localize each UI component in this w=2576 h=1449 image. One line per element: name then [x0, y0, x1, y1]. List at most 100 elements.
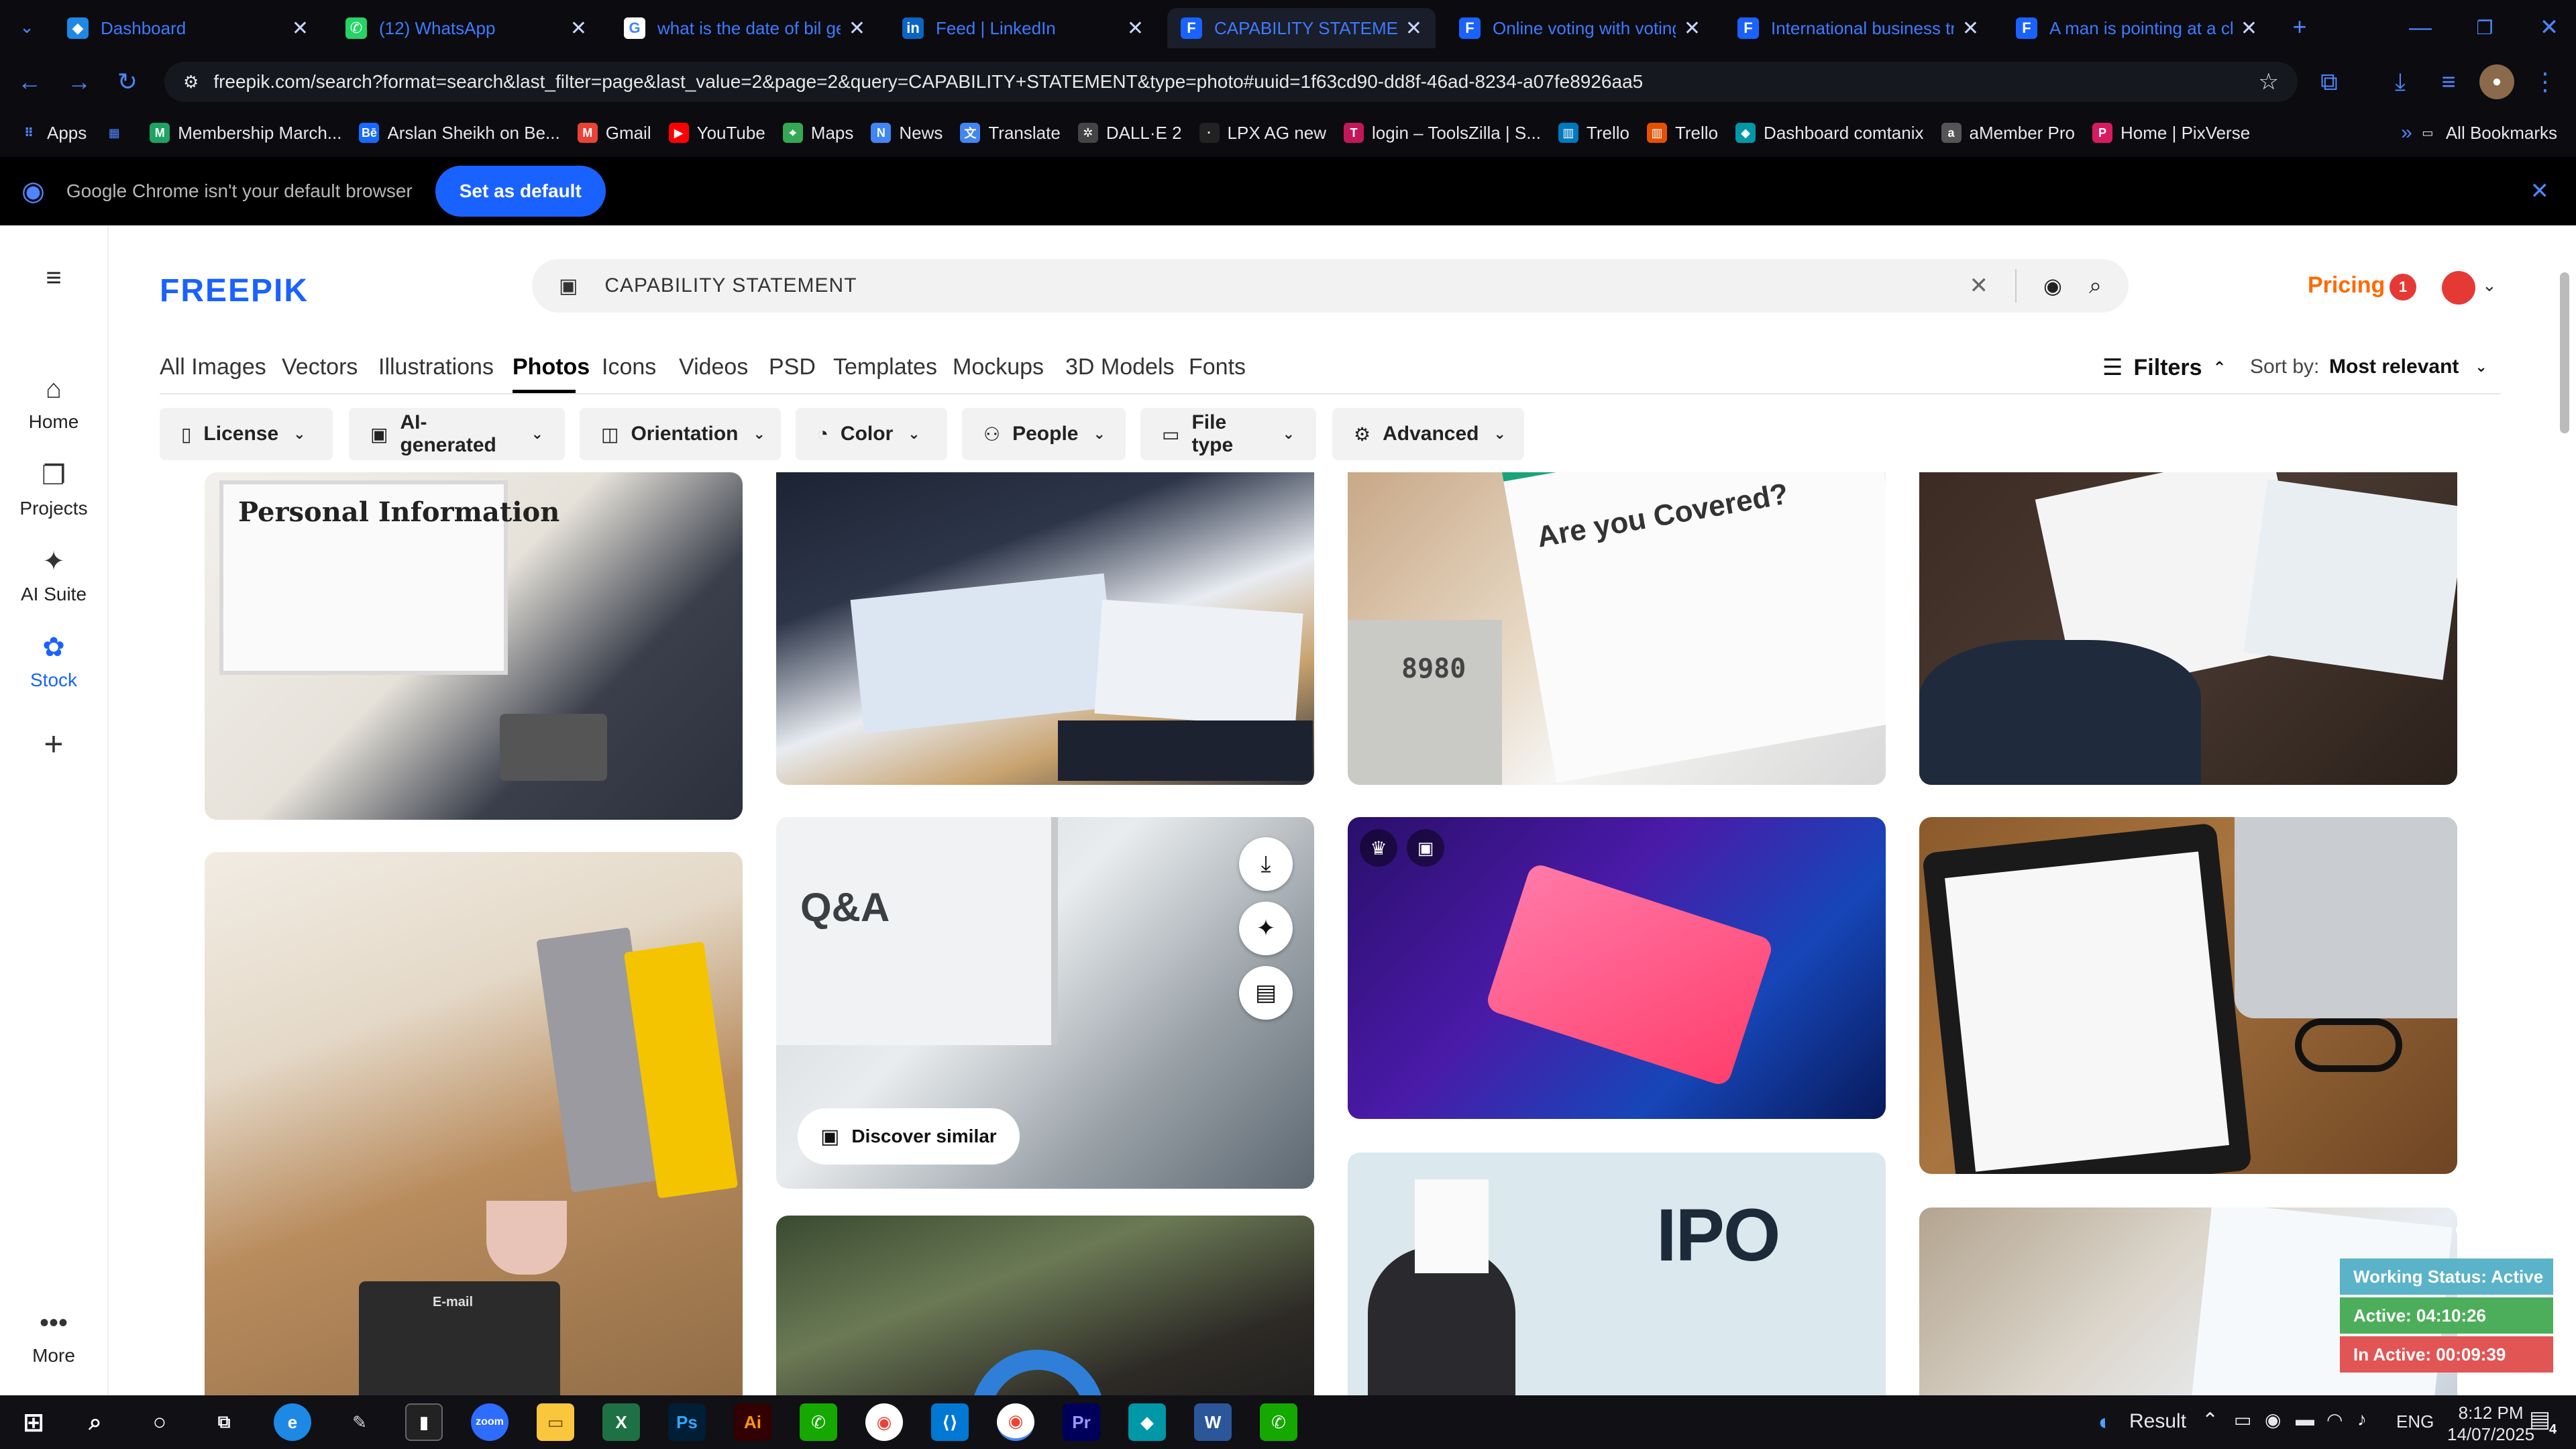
- photo-team-meeting[interactable]: [776, 1216, 1314, 1395]
- search-query-text[interactable]: CAPABILITY STATEMENT: [604, 274, 1969, 297]
- close-tab-icon[interactable]: ✕: [292, 17, 309, 40]
- profile-avatar[interactable]: ●: [2479, 64, 2514, 99]
- photo-business-charts[interactable]: [776, 472, 1314, 785]
- weather-icon[interactable]: ◐: [2086, 1403, 2124, 1441]
- file-type-filter[interactable]: ▭ File type ⌄: [1140, 408, 1316, 460]
- sidebar-add-button[interactable]: +: [0, 724, 107, 770]
- premiere-icon[interactable]: Pr: [1063, 1403, 1100, 1441]
- camera-icon[interactable]: ◉: [2265, 1409, 2281, 1431]
- tab-google-search[interactable]: G what is the date of bil ge ✕: [610, 8, 879, 48]
- bookmark-behance[interactable]: Bē Arslan Sheikh on Be...: [359, 123, 560, 144]
- close-infobar-icon[interactable]: ✕: [2530, 178, 2550, 205]
- license-filter[interactable]: ▯ License ⌄: [160, 408, 333, 460]
- bookmark-gmail[interactable]: M Gmail: [577, 123, 651, 144]
- hamburger-menu-icon[interactable]: ≡: [0, 263, 107, 293]
- close-tab-icon[interactable]: ✕: [1684, 17, 1701, 40]
- bookmark-lpx[interactable]: · LPX AG new: [1199, 123, 1326, 144]
- tab-videos[interactable]: Videos: [679, 354, 748, 380]
- close-tab-icon[interactable]: ✕: [570, 17, 587, 40]
- tab-icons[interactable]: Icons: [602, 354, 656, 380]
- zoom-icon[interactable]: zoom: [471, 1403, 508, 1441]
- cortana-icon[interactable]: ○: [141, 1403, 178, 1441]
- bookmark-maps[interactable]: ⌖ Maps: [782, 123, 853, 144]
- pricing-link[interactable]: Pricing: [2308, 272, 2385, 299]
- bookmark-news[interactable]: N News: [871, 123, 943, 144]
- notification-center-icon[interactable]: ▤: [2529, 1406, 2551, 1433]
- minimize-window-icon[interactable]: —: [2388, 0, 2453, 55]
- language-indicator[interactable]: ENG: [2396, 1411, 2434, 1432]
- close-tab-icon[interactable]: ✕: [1405, 17, 1422, 40]
- advanced-filter[interactable]: ⚙ Advanced ⌄: [1332, 408, 1524, 460]
- photo-qa-monitor[interactable]: Q&A ⤓ ✦ ▤ ▣ Discover similar: [776, 817, 1314, 1189]
- app-icon[interactable]: ◆: [1128, 1403, 1166, 1441]
- bookmark-toolszilla[interactable]: Tlogin – ToolsZilla | S...: [1343, 123, 1541, 144]
- tab-templates[interactable]: Templates: [833, 354, 937, 380]
- set-as-default-button[interactable]: Set as default: [435, 166, 606, 217]
- tab-international-business[interactable]: F International business tra ✕: [1724, 8, 1992, 48]
- close-tab-icon[interactable]: ✕: [1962, 17, 1979, 40]
- sort-dropdown[interactable]: Most relevant ⌄: [2329, 356, 2487, 378]
- excel-icon[interactable]: X: [602, 1403, 640, 1441]
- color-filter[interactable]: ◔ Color ⌄: [796, 408, 947, 460]
- tab-photos[interactable]: Photos: [513, 354, 590, 380]
- photo-signing-contract[interactable]: [1919, 472, 2457, 785]
- tab-whatsapp[interactable]: ✆ (12) WhatsApp ✕: [332, 8, 600, 48]
- user-avatar[interactable]: [2442, 271, 2475, 305]
- download-icon[interactable]: ⤓: [1239, 837, 1293, 891]
- tab-psd[interactable]: PSD: [769, 354, 816, 380]
- tab-search-chevron-icon[interactable]: ⌄: [9, 9, 44, 44]
- tab-man-pointing[interactable]: F A man is pointing at a ch ✕: [2002, 8, 2271, 48]
- chevron-down-icon[interactable]: ⌄: [2482, 275, 2497, 296]
- volume-icon[interactable]: ♪: [2357, 1409, 2367, 1430]
- photo-desk-binders[interactable]: E-mail: [205, 852, 743, 1395]
- download-icon[interactable]: ⤓: [2383, 64, 2418, 99]
- tab-vectors[interactable]: Vectors: [282, 354, 358, 380]
- photo-neon-document[interactable]: ♛ ▣: [1348, 817, 1886, 1119]
- bookmark-youtube[interactable]: ▶ YouTube: [668, 123, 765, 144]
- bookmark-apps[interactable]: ⠿ Apps: [19, 123, 87, 144]
- network-icon[interactable]: ◠: [2326, 1409, 2343, 1431]
- bookmark-dashboard-comtanix[interactable]: ◆ Dashboard comtanix: [1735, 123, 1924, 144]
- close-tab-icon[interactable]: ✕: [2241, 17, 2257, 40]
- media-controls-icon[interactable]: ≡: [2431, 64, 2466, 99]
- bookmark-trello-1[interactable]: ▥ Trello: [1558, 123, 1629, 144]
- chrome-menu-icon[interactable]: ⋮: [2528, 64, 2563, 99]
- display-icon[interactable]: ▭: [2234, 1409, 2251, 1431]
- bookmarks-overflow-icon[interactable]: »: [2401, 121, 2412, 144]
- photo-are-you-covered[interactable]: Are you Covered? 8980: [1348, 472, 1886, 785]
- url-omnibox[interactable]: ⚙ freepik.com/search?format=search&last_…: [164, 62, 2298, 102]
- bookmark-star-icon[interactable]: ☆: [2259, 68, 2279, 95]
- tab-dashboard[interactable]: ◆ Dashboard ✕: [54, 8, 322, 48]
- file-explorer-icon[interactable]: ▭: [537, 1403, 574, 1441]
- tab-capability-statement[interactable]: F CAPABILITY STATEMENT P ✕: [1167, 8, 1436, 48]
- tab-3d-models[interactable]: 3D Models: [1065, 354, 1175, 380]
- tab-illustrations[interactable]: Illustrations: [378, 354, 494, 380]
- task-view-icon[interactable]: ⧉: [205, 1403, 243, 1441]
- system-clock[interactable]: 8:12 PM 14/07/2025: [2447, 1402, 2534, 1445]
- tab-fonts[interactable]: Fonts: [1189, 354, 1246, 380]
- bookmark-grid[interactable]: ▦: [104, 123, 132, 143]
- search-input[interactable]: ▣ CAPABILITY STATEMENT ✕ ◉ ⌕: [532, 259, 2129, 313]
- bookmark-trello-2[interactable]: ▥ Trello: [1646, 123, 1718, 144]
- back-icon[interactable]: ←: [12, 64, 47, 99]
- sidebar-item-home[interactable]: ⌂ Home: [0, 374, 107, 433]
- word-icon[interactable]: W: [1194, 1403, 1232, 1441]
- bookmark-pixverse[interactable]: P Home | PixVerse: [2092, 123, 2250, 144]
- extensions-icon[interactable]: ⧉: [2312, 64, 2347, 99]
- open-app-link[interactable]: Open App ↗: [2455, 1221, 2550, 1240]
- edge-icon[interactable]: e: [274, 1403, 311, 1441]
- search-icon[interactable]: ⌕: [76, 1403, 114, 1441]
- upwork2-icon[interactable]: ✆: [1260, 1403, 1297, 1441]
- vscode-icon[interactable]: ⟨⟩: [931, 1403, 969, 1441]
- close-tab-icon[interactable]: ✕: [1127, 17, 1144, 40]
- pen-icon[interactable]: ✎: [341, 1403, 378, 1441]
- photo-ipo[interactable]: IPO: [1348, 1152, 1886, 1395]
- bookmark-amember[interactable]: a aMember Pro: [1941, 123, 2075, 144]
- sidebar-item-more[interactable]: ••• More: [0, 1308, 107, 1366]
- close-tab-icon[interactable]: ✕: [849, 17, 865, 40]
- bookmark-translate[interactable]: 文 Translate: [960, 123, 1061, 144]
- ai-edit-icon[interactable]: ✦: [1239, 902, 1293, 955]
- tab-online-voting[interactable]: F Online voting with voting ✕: [1446, 8, 1714, 48]
- terminal-icon[interactable]: ▮: [405, 1403, 443, 1441]
- new-tab-icon[interactable]: +: [2282, 9, 2317, 44]
